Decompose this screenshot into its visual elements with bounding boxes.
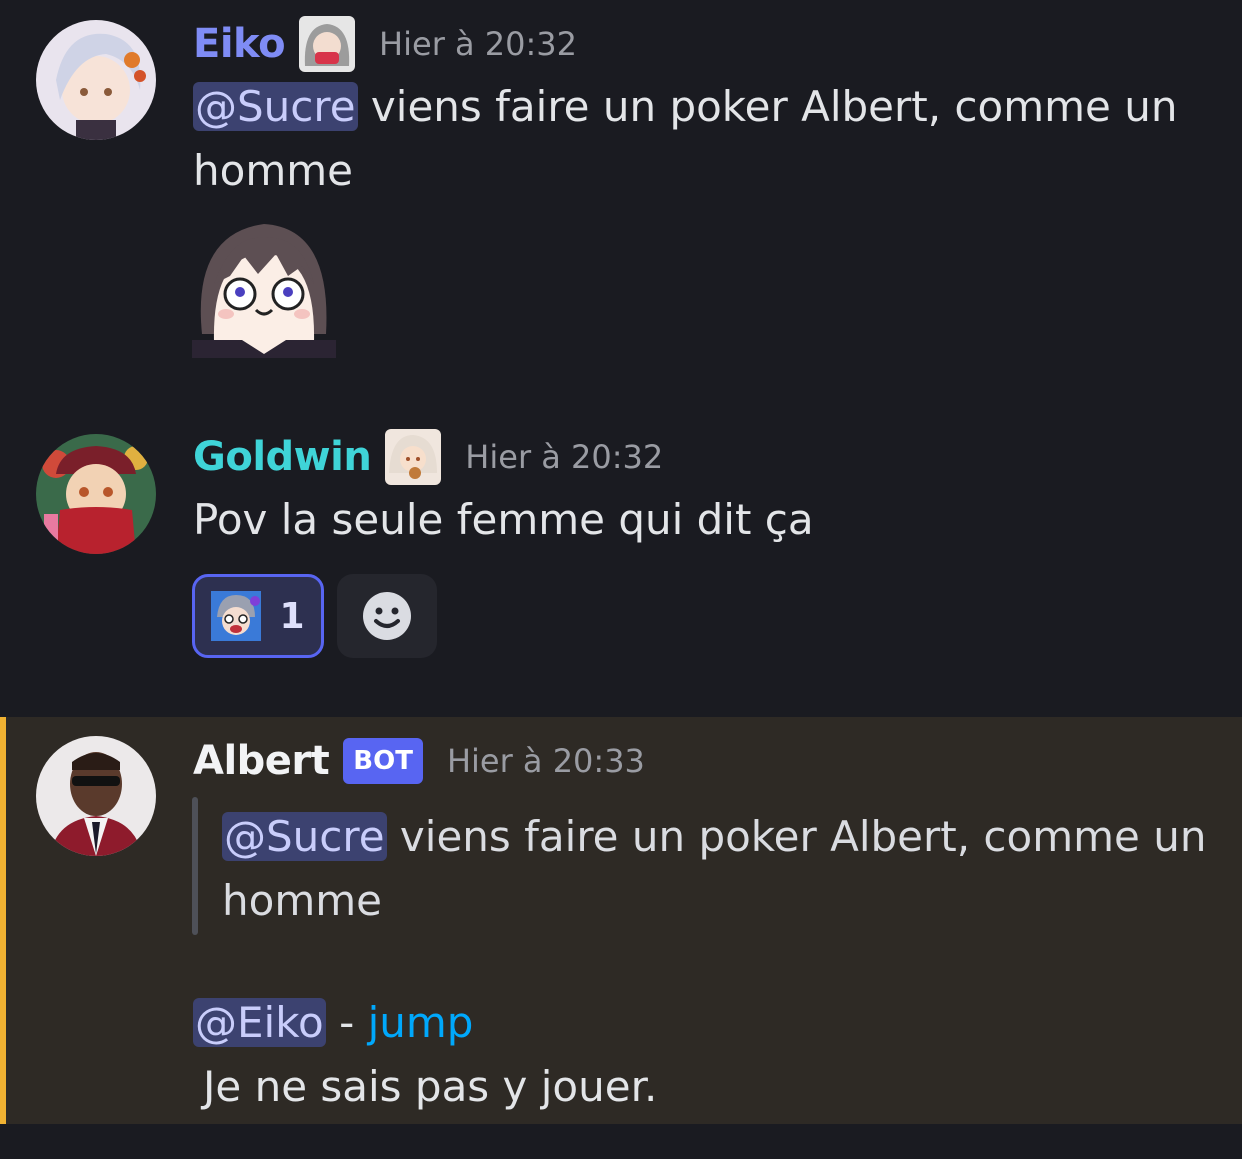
- avatar-goldwin[interactable]: [36, 434, 156, 554]
- message-content: Pov la seule femme qui dit ça: [193, 488, 1213, 552]
- message-text-line1: viens faire un poker Albert, comme un: [357, 82, 1178, 131]
- user-mention[interactable]: @Eiko: [193, 998, 326, 1047]
- author-name[interactable]: Goldwin: [193, 434, 372, 480]
- reaction-count: 1: [279, 595, 305, 637]
- timestamp: Hier à 20:32: [379, 25, 578, 63]
- message-text: Pov la seule femme qui dit ça: [193, 495, 814, 544]
- message-content: Je ne sais pas y jouer.: [203, 1055, 1213, 1119]
- bot-badge: BOT: [343, 738, 423, 784]
- smiley-icon: [361, 590, 413, 642]
- avatar-albert[interactable]: [36, 736, 156, 856]
- user-mention[interactable]: @Sucre: [193, 82, 358, 131]
- sticker-image[interactable]: [192, 214, 336, 358]
- message-content: @Sucre viens faire un poker Albert, comm…: [193, 75, 1213, 203]
- role-icon: [385, 429, 442, 485]
- reply-line: @Eiko - jump: [193, 991, 1213, 1055]
- user-mention[interactable]: @Sucre: [222, 812, 387, 861]
- author-name[interactable]: Albert: [193, 738, 330, 784]
- reaction-button[interactable]: 1: [192, 574, 324, 658]
- quote-text-line2: homme: [222, 876, 382, 925]
- quote-bar: [192, 797, 198, 935]
- quote-text-line1: viens faire un poker Albert, comme un: [386, 812, 1207, 861]
- role-icon: [299, 16, 356, 72]
- add-reaction-button[interactable]: [337, 574, 437, 658]
- timestamp: Hier à 20:32: [465, 438, 664, 476]
- author-name[interactable]: Eiko: [193, 21, 286, 67]
- reply-separator: -: [325, 998, 368, 1047]
- quoted-message: @Sucre viens faire un poker Albert, comm…: [222, 805, 1212, 933]
- message-text-line2: homme: [193, 146, 353, 195]
- jump-link[interactable]: jump: [368, 998, 474, 1047]
- message-text: Je ne sais pas y jouer.: [203, 1062, 658, 1111]
- avatar-eiko[interactable]: [36, 20, 156, 140]
- reaction-emoji-icon: [211, 591, 262, 641]
- timestamp: Hier à 20:33: [446, 742, 645, 780]
